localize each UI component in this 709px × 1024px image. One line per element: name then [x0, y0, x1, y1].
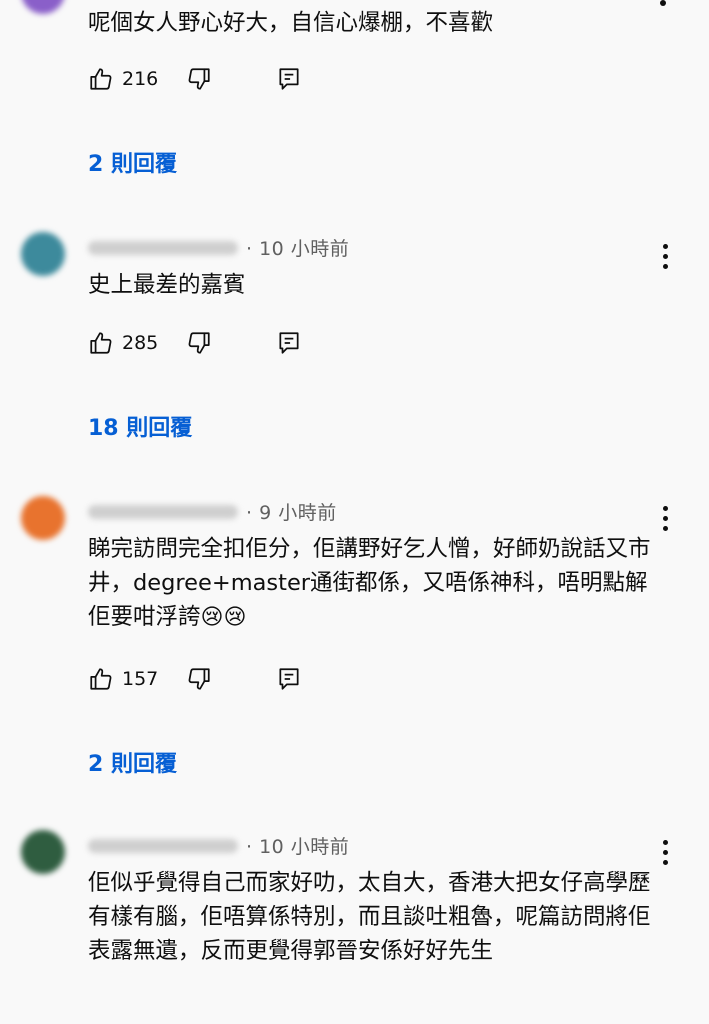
comment-meta: · 10 小時前 — [88, 234, 349, 261]
comment-item: · 10 小時前 史上最差的嘉賓 285 18 則回覆 — [0, 228, 709, 458]
comment-actions: 285 — [88, 330, 302, 356]
comment-actions: 157 — [88, 666, 302, 692]
avatar[interactable] — [21, 232, 65, 276]
comment-body: 睇完訪問完全扣佢分，佢講野好乞人憎，好師奶說話又市井，degree+master… — [88, 536, 651, 630]
thumbs-up-icon — [88, 66, 114, 92]
comment-meta: · 10 小時前 — [88, 832, 349, 859]
crying-face-emoji: 😢😢 — [200, 605, 247, 630]
avatar[interactable] — [21, 0, 65, 14]
comment-item: · 10 小時前 佢似乎覺得自己而家好叻，太自大，香港大把女仔高學歷有樣有腦，佢… — [0, 826, 709, 1024]
like-button[interactable]: 216 — [88, 66, 158, 92]
author-name[interactable] — [88, 504, 238, 519]
like-count: 216 — [122, 68, 159, 90]
dislike-button[interactable] — [186, 66, 212, 92]
author-name[interactable] — [88, 838, 238, 853]
like-count: 157 — [122, 668, 159, 690]
dislike-button[interactable] — [186, 666, 212, 692]
thumbs-up-icon — [88, 666, 114, 692]
view-replies-link[interactable]: 18 則回覆 — [88, 410, 192, 442]
more-vert-icon[interactable] — [654, 504, 678, 534]
reply-comment-icon — [276, 66, 302, 92]
comment-text: 呢個女人野心好大，自信心爆棚，不喜歡 — [88, 10, 494, 36]
comment-time: · 9 小時前 — [246, 502, 337, 524]
view-replies-link[interactable]: 2 則回覆 — [88, 746, 177, 778]
comment-text: 睇完訪問完全扣佢分，佢講野好乞人憎，好師奶說話又市井，degree+master… — [88, 532, 653, 635]
like-button[interactable]: 157 — [88, 666, 158, 692]
thumbs-up-icon — [88, 330, 114, 356]
like-count: 285 — [122, 332, 159, 354]
comment-time: · 10 小時前 — [246, 836, 350, 858]
view-replies-link[interactable]: 2 則回覆 — [88, 146, 177, 178]
reply-comment-icon — [276, 330, 302, 356]
avatar[interactable] — [21, 830, 65, 874]
comment-item: 呢個女人野心好大，自信心爆棚，不喜歡 216 2 則回覆 — [0, 0, 709, 200]
comment-text: 佢似乎覺得自己而家好叻，太自大，香港大把女仔高學歷有樣有腦，佢唔算係特別，而且談… — [88, 870, 651, 964]
comment-text: 史上最差的嘉賓 — [88, 272, 246, 298]
avatar[interactable] — [21, 496, 65, 540]
comment-actions: 216 — [88, 66, 302, 92]
dislike-button[interactable] — [186, 330, 212, 356]
comment-time: · 10 小時前 — [246, 238, 350, 260]
thumbs-down-icon — [186, 66, 212, 92]
reply-button[interactable] — [276, 330, 302, 356]
reply-button[interactable] — [276, 66, 302, 92]
more-vert-icon[interactable] — [654, 838, 678, 868]
reply-button[interactable] — [276, 666, 302, 692]
comment-item: · 9 小時前 睇完訪問完全扣佢分，佢講野好乞人憎，好師奶說話又市井，degre… — [0, 492, 709, 792]
thumbs-down-icon — [186, 666, 212, 692]
like-button[interactable]: 285 — [88, 330, 158, 356]
author-name[interactable] — [88, 240, 238, 255]
reply-comment-icon — [276, 666, 302, 692]
comment-meta: · 9 小時前 — [88, 498, 337, 525]
thumbs-down-icon — [186, 330, 212, 356]
